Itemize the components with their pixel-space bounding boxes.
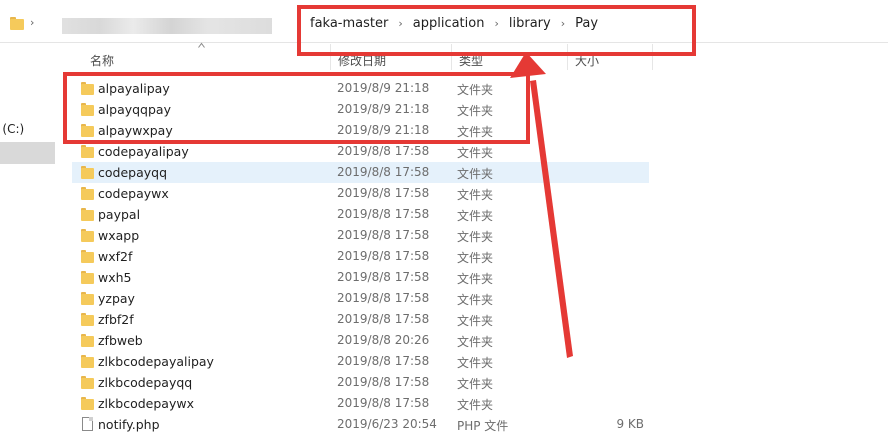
file-date: 2019/8/8 17:58 xyxy=(337,291,430,305)
file-name: zfbf2f xyxy=(98,312,134,327)
file-name: zlkbcodepaywx xyxy=(98,396,194,411)
folder-icon xyxy=(10,17,24,30)
file-type: PHP 文件 xyxy=(457,419,509,433)
folder-icon xyxy=(81,355,94,368)
file-row[interactable]: codepayqq 2019/8/8 17:58 文件夹 xyxy=(72,162,649,183)
file-date: 2019/8/8 17:58 xyxy=(337,312,430,326)
chevron-right-icon: › xyxy=(30,16,35,29)
folder-icon xyxy=(81,145,94,158)
file-name: zfbweb xyxy=(98,333,143,348)
file-row[interactable]: zfbweb 2019/8/8 20:26 文件夹 xyxy=(72,330,649,351)
file-type: 文件夹 xyxy=(457,230,494,244)
blurred-path-segment xyxy=(62,18,272,34)
file-name: wxh5 xyxy=(98,270,132,285)
file-row[interactable]: codepaywx 2019/8/8 17:58 文件夹 xyxy=(72,183,649,204)
file-date: 2019/8/8 17:58 xyxy=(337,165,430,179)
file-name: zlkbcodepayqq xyxy=(98,375,193,390)
file-row[interactable]: zlkbcodepayalipay 2019/8/8 17:58 文件夹 xyxy=(72,351,649,372)
file-row[interactable]: zlkbcodepaywx 2019/8/8 17:58 文件夹 xyxy=(72,393,649,414)
file-type: 文件夹 xyxy=(457,377,494,391)
file-type: 文件夹 xyxy=(457,293,494,307)
file-type: 文件夹 xyxy=(457,272,494,286)
folder-icon xyxy=(81,313,94,326)
file-date: 2019/6/23 20:54 xyxy=(337,417,437,431)
nav-item-selected[interactable] xyxy=(0,142,55,164)
annotation-highlight-rows xyxy=(63,72,530,144)
folder-icon xyxy=(81,166,94,179)
file-name: codepaywx xyxy=(98,186,169,201)
file-name: yzpay xyxy=(98,291,135,306)
folder-icon xyxy=(81,187,94,200)
file-row[interactable]: yzpay 2019/8/8 17:58 文件夹 xyxy=(72,288,649,309)
file-date: 2019/8/8 20:26 xyxy=(337,333,430,347)
file-type: 文件夹 xyxy=(457,314,494,328)
folder-icon xyxy=(81,334,94,347)
file-type: 文件夹 xyxy=(457,188,494,202)
file-row[interactable]: notify.php 2019/6/23 20:54 PHP 文件 9 KB xyxy=(72,414,649,435)
file-name: notify.php xyxy=(98,417,160,432)
file-date: 2019/8/8 17:58 xyxy=(337,354,430,368)
folder-icon xyxy=(81,292,94,305)
file-size: 9 KB xyxy=(616,417,644,431)
file-type: 文件夹 xyxy=(457,167,494,181)
file-row[interactable]: wxf2f 2019/8/8 17:58 文件夹 xyxy=(72,246,649,267)
folder-icon xyxy=(81,376,94,389)
file-row[interactable]: wxh5 2019/8/8 17:58 文件夹 xyxy=(72,267,649,288)
file-row[interactable]: zlkbcodepayqq 2019/8/8 17:58 文件夹 xyxy=(72,372,649,393)
file-date: 2019/8/8 17:58 xyxy=(337,144,430,158)
file-date: 2019/8/8 17:58 xyxy=(337,375,430,389)
file-name: wxapp xyxy=(98,228,140,243)
php-file-icon xyxy=(82,417,93,431)
file-date: 2019/8/8 17:58 xyxy=(337,186,430,200)
nav-item-c-drive[interactable]: c (C:) xyxy=(0,122,24,136)
file-name: codepayqq xyxy=(98,165,168,180)
file-name: paypal xyxy=(98,207,141,222)
file-date: 2019/8/8 17:58 xyxy=(337,228,430,242)
folder-icon xyxy=(81,208,94,221)
file-type: 文件夹 xyxy=(457,146,494,160)
file-row[interactable]: wxapp 2019/8/8 17:58 文件夹 xyxy=(72,225,649,246)
file-name: codepayalipay xyxy=(98,144,189,159)
folder-icon xyxy=(81,250,94,263)
file-name: zlkbcodepayalipay xyxy=(98,354,214,369)
folder-icon xyxy=(81,229,94,242)
annotation-highlight-breadcrumb xyxy=(297,5,696,56)
file-type: 文件夹 xyxy=(457,335,494,349)
folder-icon xyxy=(81,397,94,410)
file-date: 2019/8/8 17:58 xyxy=(337,207,430,221)
folder-icon xyxy=(81,271,94,284)
file-date: 2019/8/8 17:58 xyxy=(337,270,430,284)
file-date: 2019/8/8 17:58 xyxy=(337,249,430,263)
file-name: wxf2f xyxy=(98,249,133,264)
file-date: 2019/8/8 17:58 xyxy=(337,396,430,410)
file-type: 文件夹 xyxy=(457,356,494,370)
navigation-pane xyxy=(0,42,60,446)
file-row[interactable]: paypal 2019/8/8 17:58 文件夹 xyxy=(72,204,649,225)
file-type: 文件夹 xyxy=(457,251,494,265)
file-row[interactable]: zfbf2f 2019/8/8 17:58 文件夹 xyxy=(72,309,649,330)
file-row[interactable]: codepayalipay 2019/8/8 17:58 文件夹 xyxy=(72,141,649,162)
file-type: 文件夹 xyxy=(457,398,494,412)
column-header-name[interactable]: 名称 xyxy=(90,52,114,69)
file-type: 文件夹 xyxy=(457,209,494,223)
